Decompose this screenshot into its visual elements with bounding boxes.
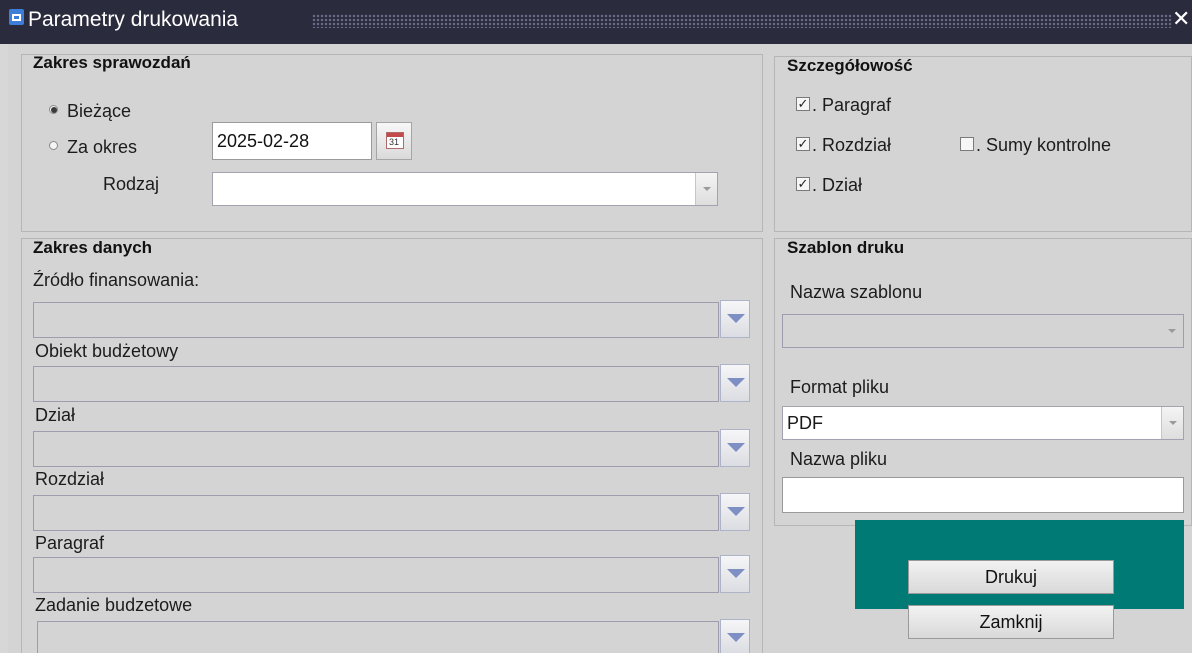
checkbox-chapter-box[interactable]: ✓	[796, 137, 810, 151]
radio-current-label: Bieżące	[67, 101, 132, 121]
chapter-label: Rozdział	[35, 469, 105, 489]
title-bar-texture	[312, 14, 1172, 28]
template-name-label: Nazwa szablonu	[790, 282, 923, 302]
format-chevron-down-icon[interactable]	[1161, 407, 1183, 439]
checkbox-checksums-box[interactable]	[960, 137, 974, 151]
close-icon[interactable]: ✕	[1172, 4, 1192, 34]
checkbox-division-label: . Dział	[812, 175, 863, 195]
task-dropdown-chevron-down-icon[interactable]	[720, 619, 750, 653]
funding-label: Źródło finansowania:	[33, 270, 200, 290]
format-label: Format pliku	[790, 377, 890, 397]
checkbox-division-box[interactable]: ✓	[796, 177, 810, 191]
paragraph-label: Paragraf	[35, 533, 105, 553]
file-name-label: Nazwa pliku	[790, 449, 888, 469]
task-label: Zadanie budzetowe	[35, 595, 193, 615]
chapter-select[interactable]	[33, 495, 719, 531]
checkbox-division[interactable]: ✓ . Dział	[796, 174, 946, 198]
checkbox-paragraph[interactable]: ✓ . Paragraf	[796, 94, 946, 118]
template-name-select[interactable]	[782, 314, 1184, 348]
object-dropdown-chevron-down-icon[interactable]	[720, 364, 750, 402]
template-title: Szablon druku	[787, 238, 905, 257]
radio-current[interactable]: Bieżące	[49, 98, 169, 122]
format-select[interactable]: PDF	[782, 406, 1184, 440]
file-name-input[interactable]	[782, 477, 1184, 513]
division-select[interactable]	[33, 431, 719, 467]
checkbox-chapter-label: . Rozdział	[812, 135, 892, 155]
checkbox-chapter[interactable]: ✓ . Rozdział	[796, 134, 946, 158]
paragraph-dropdown-chevron-down-icon[interactable]	[720, 555, 750, 593]
checkbox-checksums[interactable]: . Sumy kontrolne	[960, 134, 1160, 158]
title-bar[interactable]: Parametry drukowania ✕	[0, 0, 1192, 44]
type-select[interactable]	[212, 172, 718, 206]
checkbox-checksums-label: . Sumy kontrolne	[976, 135, 1112, 155]
checkbox-paragraph-box[interactable]: ✓	[796, 97, 810, 111]
date-input[interactable]: 2025-02-28	[212, 122, 372, 160]
detail-title: Szczegółowość	[787, 56, 913, 75]
print-button[interactable]: Drukuj	[908, 560, 1114, 594]
date-picker-button[interactable]: 31	[376, 122, 412, 160]
division-label: Dział	[35, 405, 76, 425]
object-select[interactable]	[33, 366, 719, 402]
format-select-value: PDF	[787, 413, 823, 433]
chapter-dropdown-chevron-down-icon[interactable]	[720, 493, 750, 531]
radio-current-dot[interactable]	[49, 105, 58, 114]
radio-period[interactable]: Za okres	[49, 134, 169, 158]
report-scope-title: Zakres sprawozdań	[33, 53, 191, 72]
template-name-chevron-down-icon[interactable]	[1161, 315, 1183, 347]
window-title: Parametry drukowania	[28, 8, 239, 31]
data-scope-title: Zakres danych	[33, 238, 153, 257]
close-button[interactable]: Zamknij	[908, 605, 1114, 639]
type-select-chevron-down-icon[interactable]	[695, 173, 717, 205]
funding-dropdown-chevron-down-icon[interactable]	[720, 300, 750, 338]
radio-period-dot[interactable]	[49, 141, 58, 150]
radio-period-label: Za okres	[67, 137, 138, 157]
checkbox-paragraph-label: . Paragraf	[812, 95, 892, 115]
object-label: Obiekt budżetowy	[35, 341, 179, 361]
app-icon	[9, 9, 24, 25]
task-select[interactable]	[37, 621, 719, 653]
paragraph-select[interactable]	[33, 557, 719, 593]
type-label: Rodzaj	[103, 174, 160, 194]
division-dropdown-chevron-down-icon[interactable]	[720, 429, 750, 467]
funding-select[interactable]	[33, 302, 719, 338]
calendar-icon: 31	[386, 132, 404, 149]
calendar-day: 31	[389, 137, 400, 147]
